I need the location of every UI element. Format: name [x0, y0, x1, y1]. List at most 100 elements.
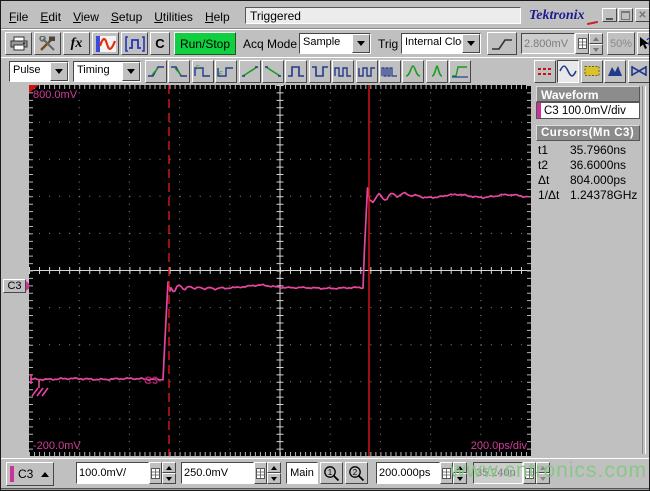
cursors-display-button[interactable] — [534, 60, 556, 83]
menu-setup[interactable]: Setup — [105, 8, 148, 26]
readout-t2: t2 36.6000ns — [538, 158, 638, 172]
readout-value: 804.000ps — [570, 173, 627, 187]
positive-pulse-icon — [288, 66, 305, 77]
magnifier-2-icon: 2 — [349, 465, 365, 481]
menu-file[interactable]: File — [3, 8, 34, 26]
histogram-icon — [608, 66, 623, 76]
c-display-button[interactable]: C — [150, 32, 170, 55]
print-button[interactable] — [5, 32, 32, 55]
spin-up-button[interactable] — [589, 33, 603, 44]
spin-down-button[interactable] — [162, 473, 176, 484]
trig-level-field[interactable]: 2.800mV — [521, 33, 575, 54]
svg-text:1: 1 — [328, 468, 333, 477]
zoom-2-button[interactable]: 2 — [345, 462, 368, 484]
acq-mode-dropdown-button[interactable] — [352, 34, 370, 53]
spin-down-button[interactable] — [589, 44, 603, 55]
measure-category-select[interactable]: Pulse — [9, 61, 69, 82]
acq-mode-select[interactable]: Sample — [299, 33, 371, 54]
measure-positive-slope-button[interactable] — [238, 60, 261, 83]
readout-value: 36.6000ns — [570, 158, 627, 172]
trig-source-value: Internal Clock — [402, 34, 462, 53]
minimize-button[interactable] — [602, 8, 617, 22]
spin-up-button[interactable] — [267, 462, 281, 473]
menu-view[interactable]: View — [67, 8, 105, 26]
channel-select-button[interactable]: C3 — [6, 462, 54, 486]
close-button[interactable]: ✕ — [635, 8, 649, 22]
measure-negative-width-button[interactable]: F — [215, 60, 238, 83]
eye-diagram-button[interactable] — [627, 60, 649, 83]
trig-label: Trig — [378, 37, 399, 51]
timebase-field[interactable]: 200.000ps — [376, 462, 440, 484]
trig-slope-button[interactable] — [487, 32, 517, 55]
trig-level-keypad-button[interactable] — [575, 33, 589, 54]
pulse-tool-button[interactable] — [121, 32, 148, 55]
measure-positive-width-button[interactable]: F — [191, 60, 214, 83]
histogram-display-button[interactable] — [604, 60, 627, 83]
context-help-button[interactable]: ? — [637, 32, 649, 55]
peak-narrow-icon — [431, 65, 443, 77]
channel-scale-entry[interactable]: C3 100.0mV/div — [536, 102, 640, 119]
measure-negative-slope-button[interactable] — [262, 60, 284, 83]
timebase-spinner[interactable] — [453, 462, 467, 484]
tools-button[interactable] — [34, 32, 61, 55]
measure-fall-time-button[interactable] — [168, 60, 191, 83]
set-50pct-button[interactable]: 50% — [607, 32, 635, 55]
vertical-scale-field[interactable]: 100.0mV/ — [76, 462, 149, 484]
menu-edit[interactable]: Edit — [34, 8, 67, 26]
measure-peak-narrow-button[interactable] — [425, 60, 448, 83]
vertical-offset-spinner[interactable] — [267, 462, 281, 484]
measure-rise-time-button[interactable] — [145, 60, 167, 83]
zoom-1-button[interactable]: 1 — [320, 462, 343, 484]
measure-category-dropdown[interactable] — [50, 62, 68, 81]
trig-source-select[interactable]: Internal Clock — [401, 33, 481, 54]
delay-keypad-button[interactable] — [523, 462, 536, 484]
measure-group-dropdown[interactable] — [122, 62, 140, 81]
channel-select-label: C3 — [18, 467, 34, 481]
delay-spinner[interactable] — [536, 462, 550, 484]
waveform-tool-button[interactable] — [92, 32, 119, 55]
keypad-icon — [256, 467, 265, 479]
graticule[interactable]: 800.0mV -200.0mV 200.0ps/div C3 — [29, 85, 531, 456]
waveform-display-button[interactable] — [557, 60, 580, 83]
measure-negative-pulse-button[interactable] — [308, 60, 331, 83]
toolbar-measure: Pulse Timing F F — [1, 57, 649, 86]
measure-group-select[interactable]: Timing — [73, 61, 141, 82]
vertical-scale-spinner[interactable] — [162, 462, 176, 484]
pulse-train-negative-icon — [357, 67, 375, 77]
restore-button[interactable] — [618, 8, 633, 22]
spin-up-button[interactable] — [162, 462, 176, 473]
arrow-down-icon — [593, 47, 599, 52]
menu-help[interactable]: Help — [199, 8, 236, 26]
spin-down-button[interactable] — [267, 473, 281, 484]
trig-dropdown-button[interactable] — [462, 34, 480, 53]
measure-peak-wide-button[interactable] — [402, 60, 425, 83]
acq-mode-label: Acq Mode — [243, 37, 298, 51]
menu-utilities[interactable]: Utilities — [148, 8, 199, 26]
vertical-offset-keypad-button[interactable] — [254, 462, 267, 484]
zoom-graticule-button[interactable] — [580, 60, 603, 83]
sine-wave-icon — [559, 65, 578, 77]
measure-pulse-train-negative-button[interactable] — [355, 60, 378, 83]
arrow-up-icon — [41, 471, 50, 477]
delay-field[interactable]: 35.240n — [473, 462, 523, 484]
trig-level-spinner[interactable] — [589, 33, 603, 55]
spin-down-button[interactable] — [453, 473, 467, 484]
timebase-keypad-button[interactable] — [440, 462, 453, 484]
function-button[interactable]: fx — [63, 32, 90, 55]
vertical-scale-keypad-button[interactable] — [149, 462, 162, 484]
measure-settle-step-button[interactable] — [449, 60, 472, 83]
bottom-control-bar: C3 100.0mV/ 250.0mV Main 1 2 200.000ps 3… — [1, 458, 649, 489]
svg-text:F: F — [219, 72, 223, 78]
measure-positive-pulse-button[interactable] — [285, 60, 308, 83]
measure-burst-button[interactable] — [379, 60, 401, 83]
spin-down-button[interactable] — [536, 473, 550, 484]
measure-pulse-train-positive-button[interactable] — [332, 60, 355, 83]
display-area: C3 800.0mV -200.0mV 200.0ps/div C3 Wavef… — [1, 84, 649, 458]
vertical-offset-field[interactable]: 250.0mV — [181, 462, 254, 484]
spin-up-button[interactable] — [536, 462, 550, 473]
run-stop-button[interactable]: Run/Stop — [174, 32, 236, 55]
spin-up-button[interactable] — [453, 462, 467, 473]
ground-reference-icon — [30, 374, 49, 397]
channel-position-marker[interactable]: C3 — [3, 279, 26, 293]
peak-wide-icon — [406, 65, 421, 77]
